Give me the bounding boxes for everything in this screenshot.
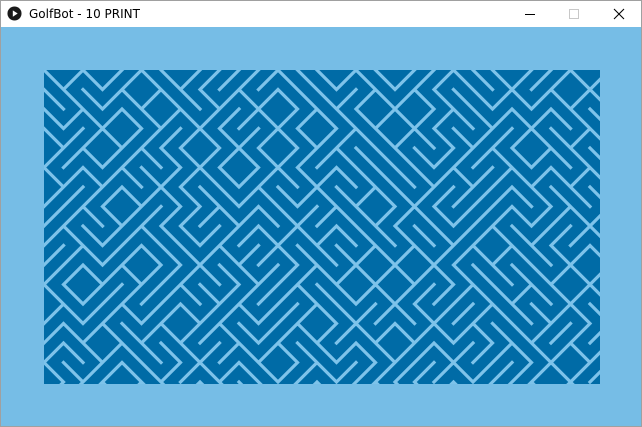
maze-lines [44,70,600,384]
app-window: GolfBot - 10 PRINT [0,0,642,427]
sketch-canvas-area [1,27,641,426]
minimize-icon [525,14,535,15]
window-title: GolfBot - 10 PRINT [29,7,140,21]
maze-line-path [44,70,600,384]
maximize-button[interactable] [552,1,596,27]
close-icon [613,8,625,20]
close-button[interactable] [597,1,641,27]
maximize-icon [569,9,579,19]
title-bar[interactable]: GolfBot - 10 PRINT [1,1,641,27]
maze-pattern [44,70,600,384]
minimize-button[interactable] [508,1,552,27]
play-circle-icon [7,6,22,21]
